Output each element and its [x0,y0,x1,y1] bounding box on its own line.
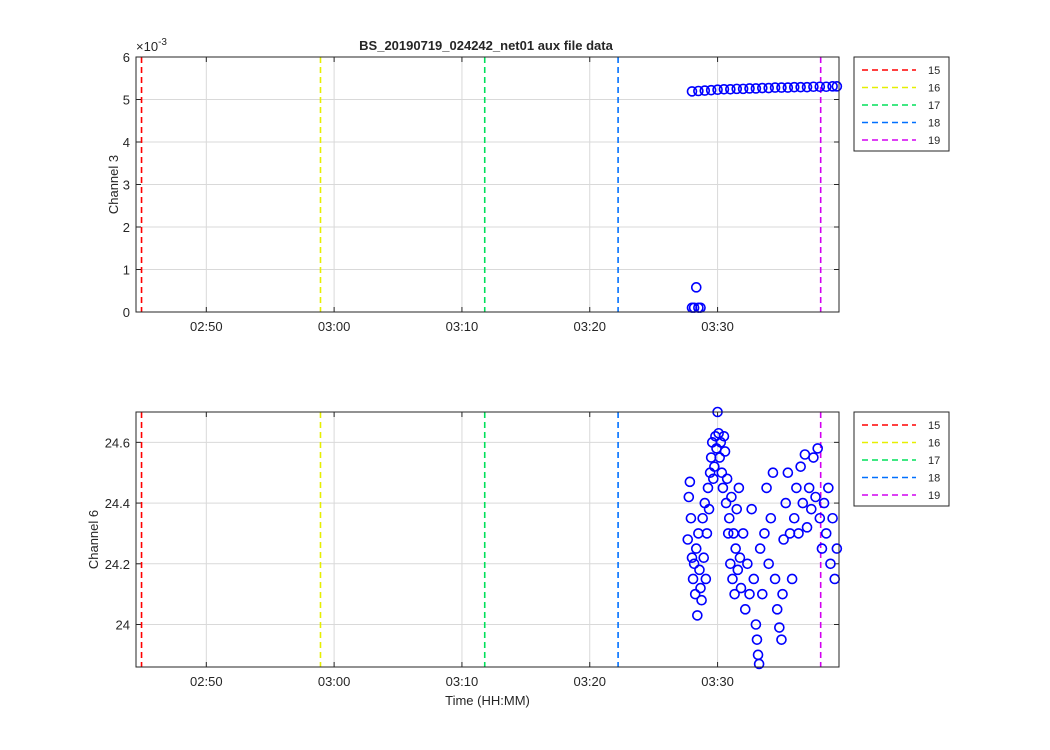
x-tick-label: 03:10 [446,319,479,334]
axes-panel-1: 02:50 03:00 03:10 03:20 03:30 0 1 2 3 4 5 6 Channel … [106,37,950,334]
x-tick-label: 02:50 [190,319,223,334]
x-tick-label: 03:30 [701,319,734,334]
y-tick-label: 24 [116,618,130,633]
legend-label-17: 17 [928,455,940,467]
x-tick-label: 03:00 [318,319,351,334]
legend-label-17: 17 [928,100,940,112]
legend-label-16: 16 [928,83,940,95]
axes-panel-2: 02:50 03:00 03:10 03:20 03:30 24 24.2 24.4 24.6 C… [86,406,950,708]
x-axis-label: Time (HH:MM) [445,693,530,708]
x-tick-label: 03:00 [318,674,351,689]
legend-label-15: 15 [928,420,940,432]
y-tick-label: 24.6 [105,435,130,450]
legend-label-15: 15 [928,65,940,77]
chart-title: BS_20190719_024242_net01 aux file data [359,38,613,53]
y-tick-label: 24.4 [105,496,130,511]
y-tick-label: 24.2 [105,557,130,572]
legend-label-19: 19 [928,490,940,502]
x-tick-label: 03:20 [573,674,606,689]
y-exponent-power: -3 [158,37,167,48]
legend-label-18: 18 [928,473,940,485]
x-tick-label: 03:10 [446,674,479,689]
legend-label-18: 18 [928,118,940,130]
y-tick-label: 6 [123,50,130,65]
x-tick-label: 03:30 [701,674,734,689]
y-tick-label: 4 [123,135,130,150]
y-tick-label: 2 [123,220,130,235]
y-tick-label: 5 [123,93,130,108]
y-axis-label: Channel 6 [86,510,101,569]
y-tick-label: 1 [123,263,130,278]
plot-area [136,412,839,667]
y-tick-label: 3 [123,178,130,193]
legend-label-16: 16 [928,438,940,450]
legend: 15 16 17 18 19 [853,56,950,152]
figure: BS_20190719_024242_net01 aux file data 0… [0,0,1050,750]
x-tick-label: 03:20 [573,319,606,334]
legend: 15 16 17 18 19 [853,411,950,507]
legend-label-19: 19 [928,135,940,147]
y-tick-label: 0 [123,305,130,320]
x-tick-label: 02:50 [190,674,223,689]
y-axis-label: Channel 3 [106,155,121,214]
